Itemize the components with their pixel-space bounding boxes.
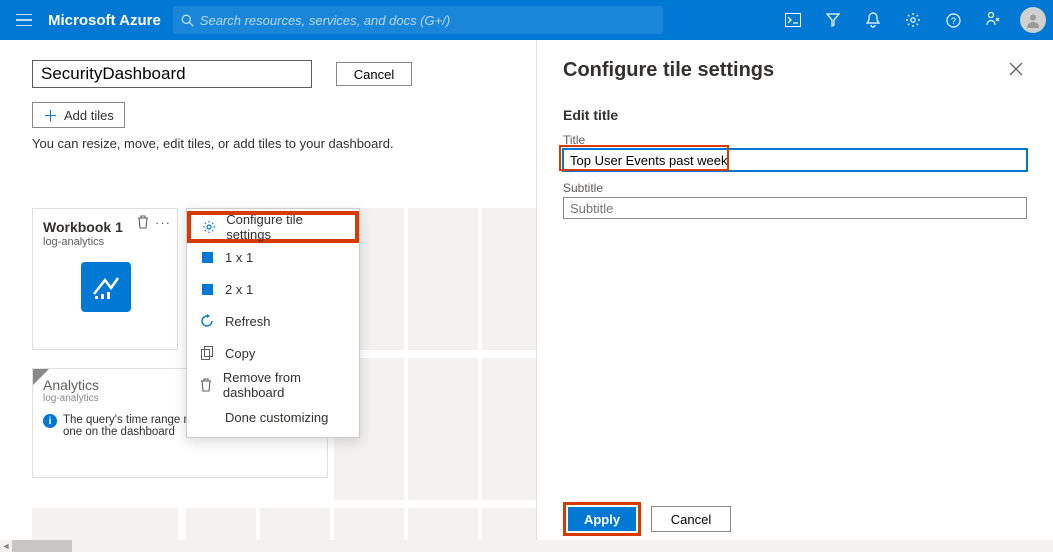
menu-label: 1 x 1 xyxy=(225,250,253,265)
trash-icon xyxy=(137,215,149,229)
menu-size-2x1[interactable]: 2 x 1 xyxy=(187,273,359,305)
plus-icon: ＋ xyxy=(43,105,58,126)
refresh-icon xyxy=(199,314,215,328)
menu-label: Refresh xyxy=(225,314,271,329)
directory-filter-button[interactable] xyxy=(813,0,853,40)
tile-action-icons: ··· xyxy=(137,215,171,232)
scroll-left-arrow[interactable]: ◄ xyxy=(0,540,12,552)
workbook-icon xyxy=(81,262,131,312)
tile-subtitle: log-analytics xyxy=(43,236,167,248)
copy-icon xyxy=(199,346,215,360)
info-icon: i xyxy=(43,414,57,428)
menu-configure-tile[interactable]: Configure tile settings xyxy=(187,211,359,243)
tile-more-button[interactable]: ··· xyxy=(155,215,171,232)
menu-refresh[interactable]: Refresh xyxy=(187,305,359,337)
subtitle-field-label: Subtitle xyxy=(563,181,1027,195)
grid-cell xyxy=(482,208,536,350)
menu-label: Configure tile settings xyxy=(226,212,345,242)
horizontal-scrollbar[interactable]: ◄ xyxy=(0,540,1053,552)
close-panel-button[interactable] xyxy=(1005,58,1027,83)
help-button[interactable]: ? xyxy=(933,0,973,40)
account-avatar[interactable] xyxy=(1013,0,1053,40)
add-tiles-button[interactable]: ＋ Add tiles xyxy=(32,102,125,128)
menu-label: 2 x 1 xyxy=(225,282,253,297)
grid-cell xyxy=(482,358,536,500)
menu-label: Done customizing xyxy=(225,410,328,425)
panel-title: Configure tile settings xyxy=(563,59,774,82)
square-icon xyxy=(199,284,215,295)
scroll-thumb[interactable] xyxy=(12,540,72,552)
grid-cell xyxy=(408,358,478,500)
top-bar: Microsoft Azure Search resources, servic… xyxy=(0,0,1053,40)
tile-title-input[interactable] xyxy=(563,149,1027,171)
section-label: Edit title xyxy=(563,107,1027,123)
panel-footer: Apply Cancel xyxy=(563,502,731,536)
search-icon xyxy=(181,14,194,27)
notifications-button[interactable] xyxy=(853,0,893,40)
menu-label: Copy xyxy=(225,346,255,361)
apply-button[interactable]: Apply xyxy=(568,507,636,531)
tile-grid: ··· Workbook 1 log-analytics Analytics l… xyxy=(32,208,536,552)
avatar-icon xyxy=(1020,7,1046,33)
menu-copy[interactable]: Copy xyxy=(187,337,359,369)
cancel-button[interactable]: Cancel xyxy=(651,506,731,532)
help-text: You can resize, move, edit tiles, or add… xyxy=(32,136,536,151)
main-area: Cancel ＋ Add tiles You can resize, move,… xyxy=(0,40,1053,552)
cancel-button[interactable]: Cancel xyxy=(336,62,412,86)
feedback-icon xyxy=(985,12,1001,28)
cloud-shell-icon xyxy=(785,13,801,27)
filter-icon xyxy=(826,13,840,27)
dashboard-name-row: Cancel xyxy=(32,60,536,88)
title-field-label: Title xyxy=(563,133,1027,147)
tile-context-menu: Configure tile settings 1 x 1 2 x 1 Refr… xyxy=(186,208,360,438)
menu-done-customizing[interactable]: Done customizing xyxy=(187,401,359,433)
configure-tile-panel: Configure tile settings Edit title Title… xyxy=(536,40,1053,552)
menu-label: Remove from dashboard xyxy=(223,370,347,400)
trash-icon xyxy=(199,378,213,392)
hamburger-icon xyxy=(16,14,32,26)
gear-icon xyxy=(905,12,921,28)
settings-button[interactable] xyxy=(893,0,933,40)
gear-icon xyxy=(201,220,216,234)
search-placeholder-text: Search resources, services, and docs (G+… xyxy=(200,13,450,28)
tile-workbook[interactable]: ··· Workbook 1 log-analytics xyxy=(32,208,178,350)
brand-label: Microsoft Azure xyxy=(48,12,173,29)
tile-subtitle-input[interactable] xyxy=(563,197,1027,219)
help-icon: ? xyxy=(946,13,961,28)
cloud-shell-button[interactable] xyxy=(773,0,813,40)
delete-tile-button[interactable] xyxy=(137,215,149,232)
highlight-box: Apply xyxy=(563,502,641,536)
grid-cell xyxy=(408,208,478,350)
panel-header: Configure tile settings xyxy=(563,58,1027,83)
title-input-wrap xyxy=(563,149,1027,171)
topbar-icons: ? xyxy=(773,0,1013,40)
feedback-button[interactable] xyxy=(973,0,1013,40)
square-icon xyxy=(199,252,215,263)
menu-remove[interactable]: Remove from dashboard xyxy=(187,369,359,401)
svg-text:?: ? xyxy=(950,16,955,26)
add-tiles-row: ＋ Add tiles xyxy=(32,102,536,128)
add-tiles-label: Add tiles xyxy=(64,108,114,123)
menu-size-1x1[interactable]: 1 x 1 xyxy=(187,241,359,273)
close-icon xyxy=(1009,62,1023,76)
bell-icon xyxy=(866,12,880,28)
dashboard-edit-area: Cancel ＋ Add tiles You can resize, move,… xyxy=(0,40,536,552)
dashboard-name-input[interactable] xyxy=(32,60,312,88)
hamburger-menu[interactable] xyxy=(0,0,48,40)
global-search[interactable]: Search resources, services, and docs (G+… xyxy=(173,6,663,34)
